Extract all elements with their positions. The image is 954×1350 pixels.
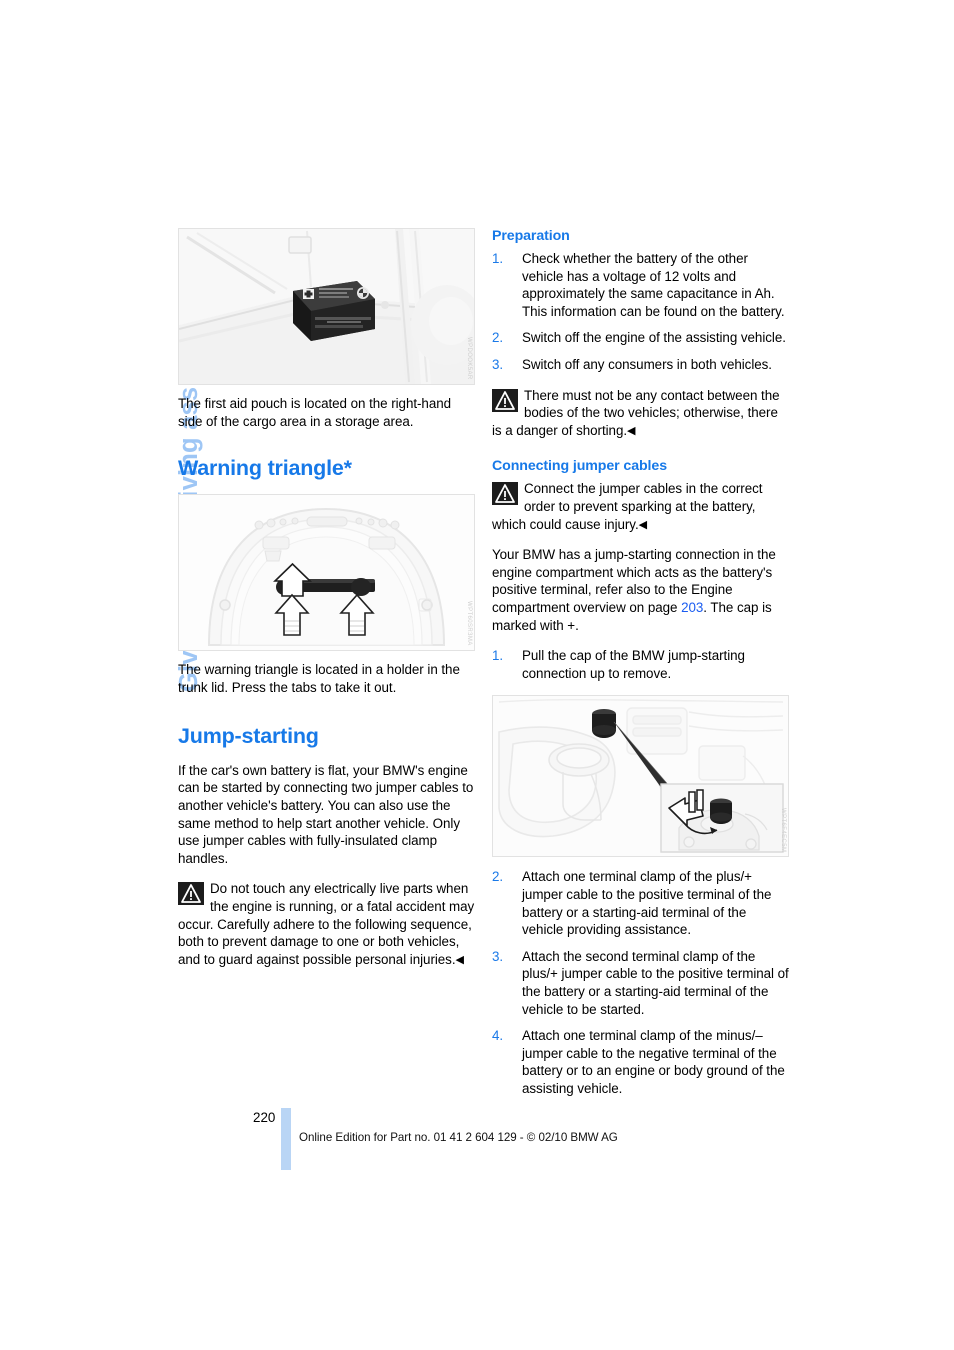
- page-reference-link[interactable]: 203: [681, 600, 703, 615]
- figure-engine-jump-start-connection: WPT6F4EC5M: [492, 695, 789, 858]
- warning-endmark: ◀: [638, 518, 648, 531]
- warning-block-live-parts: Do not touch any electrically live parts…: [178, 880, 475, 968]
- step-text: Pull the cap of the BMW jump-starting co…: [522, 648, 745, 681]
- list-item: 1. Pull the cap of the BMW jump-starting…: [492, 647, 789, 682]
- step-number: 4.: [492, 1028, 504, 1044]
- warning-text: Do not touch any electrically live parts…: [178, 881, 475, 967]
- manual-page: Giving and receiving assistance: [0, 0, 954, 1350]
- heading-preparation: Preparation: [492, 228, 570, 244]
- warning-block-cable-order: Connect the jumper cables in the correct…: [492, 480, 789, 533]
- warning-triangle-icon: [492, 388, 518, 412]
- engine-compartment-illustration: [493, 696, 788, 857]
- step-number: 1.: [492, 251, 504, 267]
- first-aid-caption: The first aid pouch is located on the ri…: [178, 396, 452, 429]
- warning-triangle-icon: [178, 882, 204, 906]
- jumper-cable-step-1: 1. Pull the cap of the BMW jump-starting…: [492, 647, 789, 682]
- heading-jump-starting: Jump-starting: [178, 724, 319, 749]
- footer-edition-text: Online Edition for Part no. 01 41 2 604 …: [299, 1131, 618, 1144]
- list-item: 2. Switch off the engine of the assistin…: [492, 329, 789, 347]
- first-aid-pouch-illustration: [179, 229, 474, 384]
- figure-warning-triangle-holder: WPT60SR3MA: [178, 493, 475, 651]
- preparation-steps: 1. Check whether the battery of the othe…: [492, 250, 789, 374]
- warning-block-body-contact: There must not be any contact between th…: [492, 387, 789, 440]
- step-number: 2.: [492, 869, 504, 885]
- right-column: Preparation 1. Check whether the battery…: [492, 228, 789, 1110]
- heading-warning-triangle: Warning triangle*: [178, 456, 352, 481]
- warning-triangle-icon: [492, 482, 518, 506]
- jumper-cable-steps: 2. Attach one terminal clamp of the plus…: [492, 868, 789, 1097]
- jump-start-connection-paragraph: Your BMW has a jump-starting connection …: [492, 546, 789, 634]
- warning-triangle-caption: The warning triangle is located in a hol…: [178, 661, 460, 695]
- warning-text: There must not be any contact between th…: [492, 387, 780, 438]
- step-number: 3.: [492, 948, 504, 964]
- step-text: Attach one terminal clamp of the minus/–…: [522, 1028, 785, 1096]
- warning-endmark: ◀: [455, 953, 464, 966]
- jump-starting-intro: If the car's own battery is flat, your B…: [178, 762, 474, 866]
- step-text: Switch off the engine of the assisting v…: [522, 330, 786, 346]
- figure-code: WPT6F4EC5M: [780, 808, 786, 853]
- list-item: 4. Attach one terminal clamp of the minu…: [492, 1027, 789, 1097]
- step-number: 2.: [492, 330, 504, 346]
- list-item: 3. Attach the second terminal clamp of t…: [492, 948, 789, 1018]
- list-item: 2. Attach one terminal clamp of the plus…: [492, 868, 789, 938]
- step-number: 3.: [492, 357, 504, 372]
- step-text: Attach the second terminal clamp of the …: [522, 948, 789, 1017]
- heading-connecting-jumper-cables: Connecting jumper cables: [492, 458, 667, 475]
- step-text: Check whether the battery of the other v…: [522, 251, 785, 319]
- page-number: 220: [253, 1110, 276, 1125]
- figure-code: WPT60SR3MA: [466, 601, 472, 646]
- step-number: 1.: [492, 648, 504, 664]
- figure-code: WPDOOK5AR: [466, 337, 472, 380]
- warning-text: Connect the jumper cables in the correct…: [492, 481, 763, 532]
- step-text: Attach one terminal clamp of the plus/+ …: [522, 869, 772, 938]
- footer-accent-bar: [281, 1108, 291, 1170]
- trunk-lid-illustration: [179, 494, 474, 650]
- list-item: 3. Switch off any consumers in both vehi…: [492, 356, 789, 374]
- warning-endmark: ◀: [627, 424, 636, 437]
- list-item: 1. Check whether the battery of the othe…: [492, 250, 789, 320]
- left-column: WPDOOK5AR The first aid pouch is located…: [178, 228, 475, 981]
- figure-first-aid-pouch: WPDOOK5AR: [178, 228, 475, 385]
- step-text: Switch off any consumers in both vehicle…: [522, 357, 772, 372]
